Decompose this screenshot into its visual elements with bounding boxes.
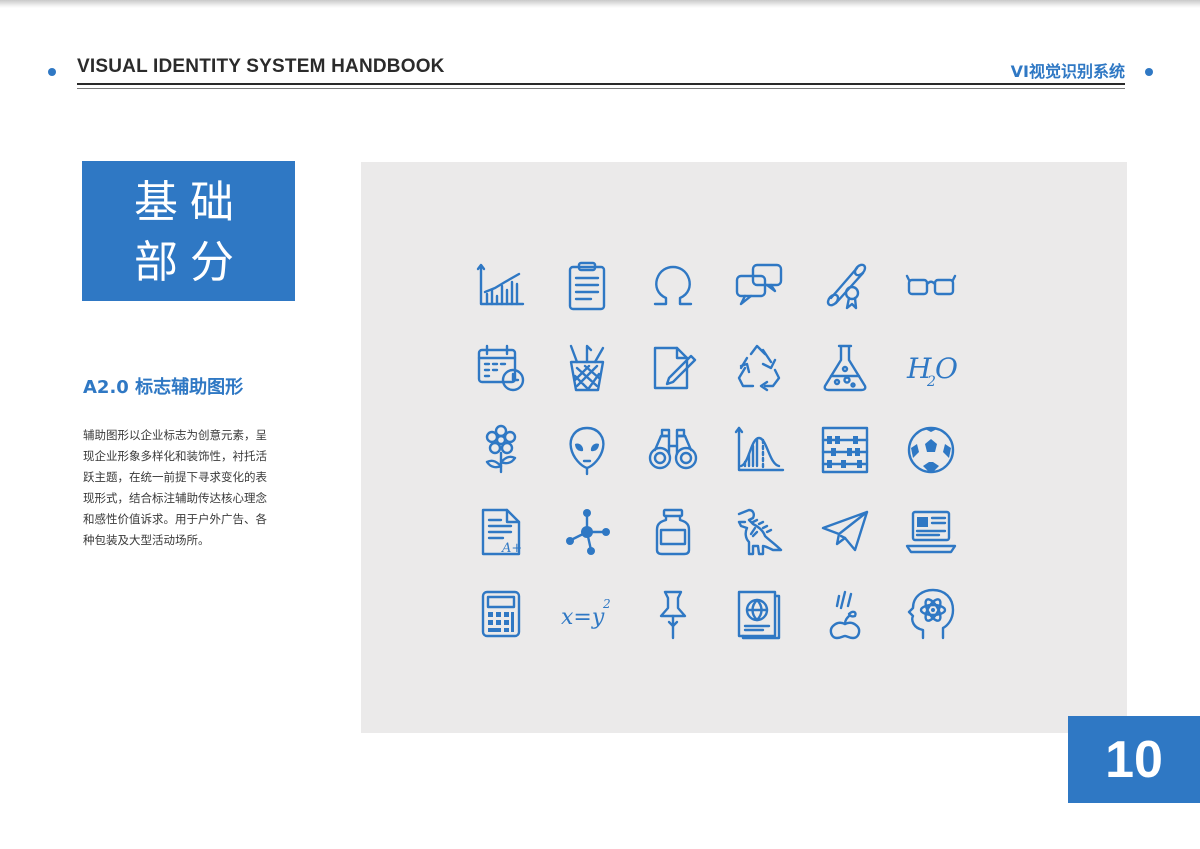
header-rule-thin — [77, 88, 1125, 89]
page-number: 10 — [1105, 731, 1163, 789]
calculator-icon — [473, 586, 529, 642]
grade-text: A+ — [501, 541, 522, 556]
abacus-icon — [817, 422, 873, 478]
sub-heading: A2.0 标志辅助图形 — [83, 377, 244, 398]
equation-text: x=y — [561, 605, 605, 630]
description-line: 和感性价值诉求。用于户外广告、各 — [83, 512, 267, 526]
document-pencil-icon — [645, 340, 701, 396]
header-rule-thick — [77, 83, 1125, 85]
section-title-line-1: 基础 — [134, 177, 246, 228]
graded-paper-icon: A+ — [473, 504, 529, 560]
speech-bubbles-icon — [731, 258, 787, 314]
calendar-clock-icon — [473, 340, 529, 396]
header-dot-right — [1145, 68, 1153, 76]
bar-chart-icon — [473, 258, 529, 314]
header-subtitle: VI视觉识别系统 — [1010, 62, 1125, 81]
omega-icon — [645, 258, 701, 314]
section-title-line-2: 部分 — [134, 237, 246, 288]
equation-icon: x=y 2 — [559, 586, 615, 642]
description-line: 跃主题，在统一前提下寻求变化的表 — [83, 470, 267, 484]
push-pin-icon — [645, 586, 701, 642]
dinosaur-icon — [731, 504, 787, 560]
icon-panel: H 2 O A+ x=y 2 — [361, 162, 1127, 733]
recycle-icon — [731, 340, 787, 396]
bell-curve-icon — [731, 422, 787, 478]
header-title: VISUAL IDENTITY SYSTEM HANDBOOK — [77, 56, 445, 77]
h2o-o: O — [935, 352, 957, 385]
pencil-cup-icon — [559, 340, 615, 396]
description: 辅助图形以企业标志为创意元素，呈 现企业形象多样化和装饰性，衬托活 跃主题，在统… — [83, 425, 288, 551]
binoculars-icon — [645, 422, 701, 478]
flask-icon — [817, 340, 873, 396]
molecule-icon — [559, 504, 615, 560]
soccer-ball-icon — [903, 422, 959, 478]
description-line: 现企业形象多样化和装饰性，衬托活 — [83, 449, 267, 463]
alien-icon — [559, 422, 615, 478]
equation-exponent: 2 — [602, 597, 611, 611]
head-atom-icon — [903, 586, 959, 642]
globe-book-icon — [731, 586, 787, 642]
top-shadow — [0, 0, 1200, 8]
flower-icon — [473, 422, 529, 478]
diploma-scroll-icon — [817, 258, 873, 314]
description-line: 辅助图形以企业标志为创意元素，呈 — [83, 428, 267, 442]
falling-apple-icon — [817, 586, 873, 642]
glasses-icon — [903, 258, 959, 314]
h2o-icon: H 2 O — [903, 340, 959, 396]
page-number-block: 10 — [1068, 716, 1200, 803]
description-line: 种包装及大型活动场所。 — [83, 533, 210, 547]
header-dot-left — [48, 68, 56, 76]
laptop-icon — [903, 504, 959, 560]
paper-plane-icon — [817, 504, 873, 560]
description-line: 现形式，结合标注辅助传达核心理念 — [83, 491, 267, 505]
section-title-block: 基础 部分 — [82, 161, 295, 301]
icon-grid: H 2 O A+ x=y 2 — [473, 258, 959, 642]
jar-icon — [645, 504, 701, 560]
clipboard-icon — [559, 258, 615, 314]
